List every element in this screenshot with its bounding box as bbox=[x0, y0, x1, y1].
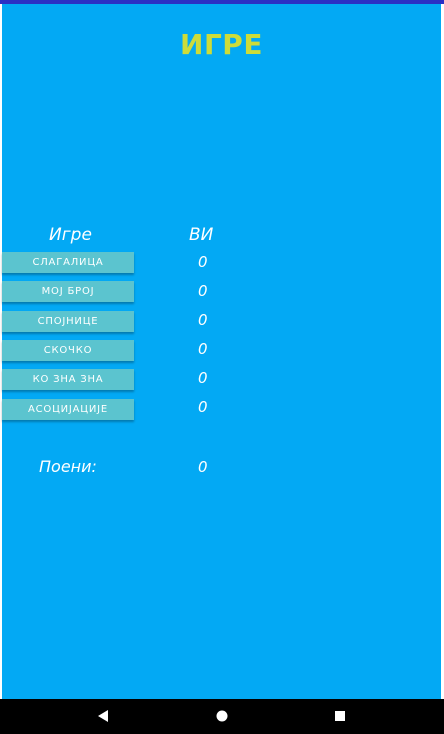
score-spojnice: 0 bbox=[198, 311, 208, 329]
app-content: ИГРЕ Игре ВИ СЛАГАЛИЦА 0 МОЈ БРОЈ 0 СПОЈ… bbox=[2, 4, 441, 699]
recent-square-icon bbox=[335, 711, 345, 721]
score-moj-broj: 0 bbox=[198, 282, 208, 300]
game-button-moj-broj[interactable]: МОЈ БРОЈ bbox=[2, 281, 134, 302]
score-ko-zna-zna: 0 bbox=[198, 369, 208, 387]
game-button-ko-zna-zna[interactable]: КО ЗНА ЗНА bbox=[2, 369, 134, 390]
back-triangle-icon bbox=[98, 710, 108, 722]
recent-apps-button[interactable] bbox=[320, 699, 360, 734]
back-button[interactable] bbox=[83, 699, 123, 734]
games-column-header: Игре bbox=[49, 225, 92, 245]
game-button-asocijacije[interactable]: АСОЦИЈАЦИЈЕ bbox=[2, 399, 134, 420]
page-title: ИГРЕ bbox=[180, 28, 263, 61]
game-button-spojnice[interactable]: СПОЈНИЦЕ bbox=[2, 311, 134, 332]
points-value: 0 bbox=[198, 458, 208, 476]
score-slagalica: 0 bbox=[198, 253, 208, 271]
game-button-slagalica[interactable]: СЛАГАЛИЦА bbox=[2, 252, 134, 273]
game-button-skochko[interactable]: СКОЧКО bbox=[2, 340, 134, 361]
home-circle-icon bbox=[216, 710, 228, 722]
screen: ИГРЕ Игре ВИ СЛАГАЛИЦА 0 МОЈ БРОЈ 0 СПОЈ… bbox=[0, 0, 444, 734]
you-column-header: ВИ bbox=[189, 225, 214, 245]
points-label: Поени: bbox=[39, 457, 97, 476]
system-navigation-bar bbox=[0, 699, 444, 734]
score-skochko: 0 bbox=[198, 340, 208, 358]
score-asocijacije: 0 bbox=[198, 398, 208, 416]
home-button[interactable] bbox=[202, 699, 242, 734]
